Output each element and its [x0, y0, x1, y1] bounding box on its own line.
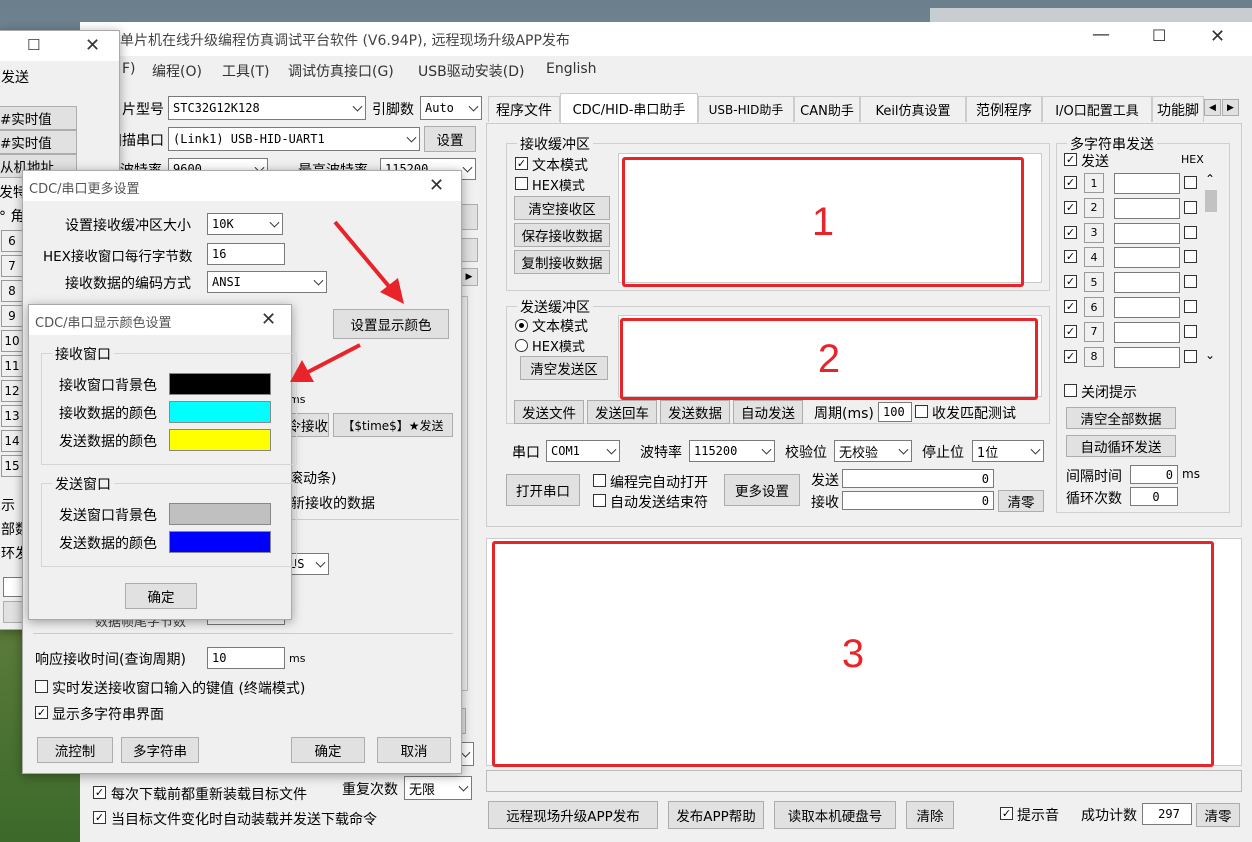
arrow-to-color-dialog — [290, 343, 361, 382]
annotation-arrows — [290, 220, 404, 382]
arrow-to-color-button — [333, 220, 404, 304]
